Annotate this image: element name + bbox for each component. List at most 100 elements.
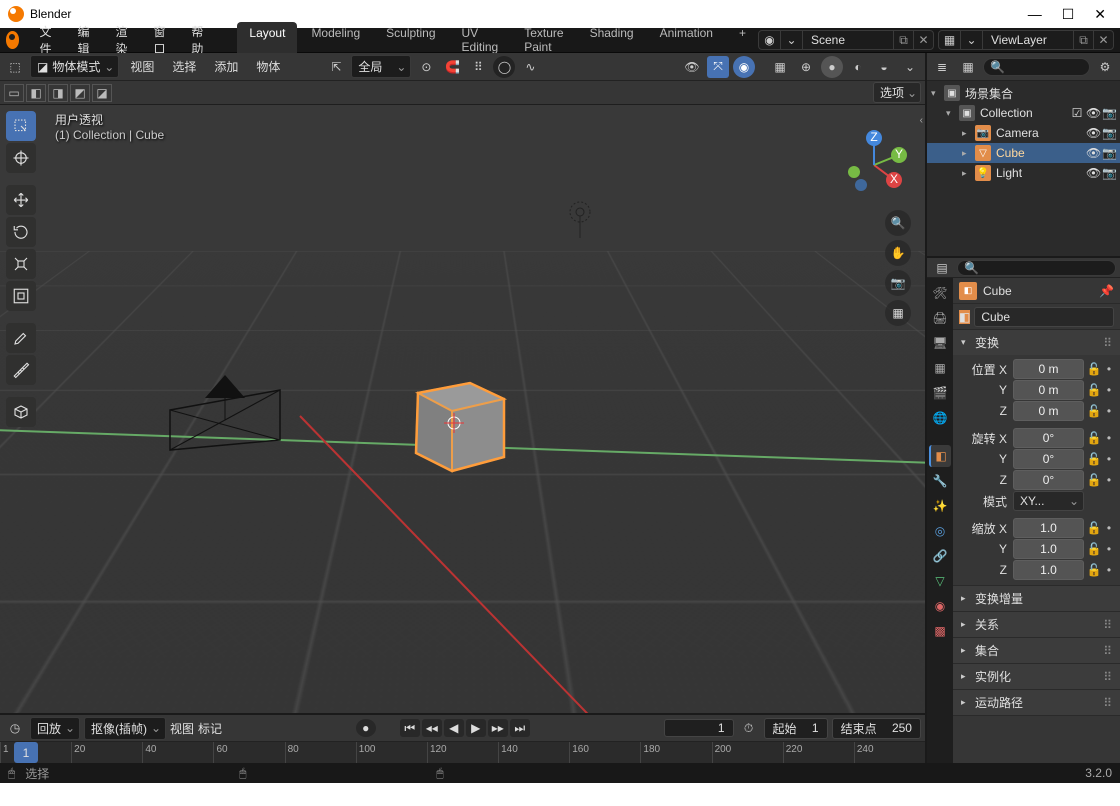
lock-icon[interactable]: 🔓 — [1086, 404, 1102, 418]
selmode-3[interactable]: ◨ — [48, 84, 68, 102]
snap-type-icon[interactable]: ⠿ — [467, 56, 489, 78]
rot-x[interactable]: 0° — [1013, 428, 1084, 448]
eye-icon[interactable]: 👁 — [1086, 106, 1100, 120]
panel-relations-header[interactable]: ▸关系⠿ — [953, 612, 1120, 637]
view3d-menu-view[interactable]: 视图 — [123, 58, 161, 75]
snap-icon[interactable]: 🧲 — [441, 56, 463, 78]
loc-z[interactable]: 0 m — [1013, 401, 1084, 421]
outliner-display-mode-icon[interactable]: ▦ — [957, 56, 979, 78]
tab-mesh[interactable]: ▽ — [929, 570, 951, 592]
eye-icon[interactable]: 👁 — [1086, 166, 1100, 180]
pivot-icon[interactable]: ⊙ — [415, 56, 437, 78]
browse-viewlayer-icon[interactable]: ⌄ — [961, 31, 983, 49]
playhead[interactable]: 1 — [14, 742, 38, 763]
outliner-search[interactable]: 🔍 — [983, 58, 1090, 76]
proportional-edit-icon[interactable]: ◯ — [493, 56, 515, 78]
tool-transform[interactable] — [6, 281, 36, 311]
maximize-button[interactable]: ☐ — [1062, 6, 1075, 23]
end-frame-field[interactable]: 结束点 250 — [832, 718, 921, 739]
autokey-toggle[interactable]: ● — [356, 719, 376, 737]
selmode-1[interactable]: ▭ — [4, 84, 24, 102]
editor-type-icon[interactable]: ⬚ — [4, 56, 26, 78]
outliner-item-cube[interactable]: ▸ ▽ Cube 👁📷 — [927, 143, 1120, 163]
panel-delta-header[interactable]: ▸变换增量 — [953, 586, 1120, 611]
playback-popover[interactable]: 回放 — [30, 717, 80, 740]
shading-matprev-icon[interactable]: ◐ — [847, 56, 869, 78]
selmode-5[interactable]: ◪ — [92, 84, 112, 102]
prev-key-button[interactable]: ◂◂ — [422, 719, 442, 737]
tab-constraints[interactable]: 🔗 — [929, 545, 951, 567]
options-popover[interactable]: 选项 — [873, 82, 921, 103]
outliner-item-light[interactable]: ▸ 💡 Light 👁📷 — [927, 163, 1120, 183]
enable-checkbox[interactable]: ☑ — [1070, 106, 1084, 120]
viewlayer-selector[interactable]: ▦ ⌄ ViewLayer ⧉ ✕ — [938, 30, 1114, 50]
tab-texture[interactable]: ▩ — [929, 620, 951, 642]
current-frame-field[interactable]: 1 — [664, 719, 734, 737]
play-reverse-button[interactable]: ◀ — [444, 719, 464, 737]
lock-icon[interactable]: 🔓 — [1086, 452, 1102, 466]
tool-select-box[interactable] — [6, 111, 36, 141]
ortho-gizmo[interactable]: ▦ — [885, 300, 911, 326]
pan-gizmo[interactable]: ✋ — [885, 240, 911, 266]
tab-viewlayer[interactable]: ▦ — [929, 357, 951, 379]
timeline-menu-marker[interactable]: 标记 — [198, 720, 222, 737]
render-icon[interactable]: 📷 — [1102, 146, 1116, 160]
minimize-button[interactable]: — — [1028, 6, 1042, 23]
rot-y[interactable]: 0° — [1013, 449, 1084, 469]
lock-icon[interactable]: 🔓 — [1086, 383, 1102, 397]
tool-move[interactable] — [6, 185, 36, 215]
shading-dropdown-icon[interactable]: ⌄ — [899, 56, 921, 78]
panel-transform-header[interactable]: ▾变换⠿ — [953, 330, 1120, 355]
lock-icon[interactable]: 🔓 — [1086, 473, 1102, 487]
scale-x[interactable]: 1.0 — [1013, 518, 1084, 538]
timeline-menu-view[interactable]: 视图 — [170, 720, 194, 737]
panel-collections-header[interactable]: ▸集合⠿ — [953, 638, 1120, 663]
tool-measure[interactable] — [6, 355, 36, 385]
proportional-curve-icon[interactable]: ∿ — [519, 56, 541, 78]
selmode-4[interactable]: ◩ — [70, 84, 90, 102]
gizmo-toggle-icon[interactable]: ⤧ — [707, 56, 729, 78]
app-icon[interactable] — [6, 31, 19, 49]
view3d-menu-add[interactable]: 添加 — [207, 58, 245, 75]
transform-orientation-icon[interactable]: ⇱ — [325, 56, 347, 78]
scene-selector[interactable]: ◉ ⌄ Scene ⧉ ✕ — [758, 30, 934, 50]
outliner-editor-type-icon[interactable]: ≣ — [931, 56, 953, 78]
tool-cursor[interactable] — [6, 143, 36, 173]
lock-icon[interactable]: 🔓 — [1086, 362, 1102, 376]
camera-gizmo-btn[interactable]: 📷 — [885, 270, 911, 296]
tab-scene[interactable]: 🎬 — [929, 382, 951, 404]
tab-particles[interactable]: ✨ — [929, 495, 951, 517]
new-viewlayer-button[interactable]: ⧉ — [1073, 31, 1093, 49]
default-cube[interactable] — [404, 371, 510, 477]
jump-start-button[interactable]: ⏮ — [400, 719, 420, 737]
next-key-button[interactable]: ▸▸ — [488, 719, 508, 737]
lock-icon[interactable]: 🔓 — [1086, 431, 1102, 445]
timeline-track[interactable]: 1 20 40 60 80 100 120 140 160 180 200 22… — [0, 741, 925, 763]
tab-world[interactable]: 🌐 — [929, 407, 951, 429]
orientation-selector[interactable]: 全局 — [351, 55, 411, 78]
tab-physics[interactable]: ◎ — [929, 520, 951, 542]
tab-output[interactable]: 🖥 — [929, 332, 951, 354]
loc-x[interactable]: 0 m — [1013, 359, 1084, 379]
lock-icon[interactable]: 🔓 — [1086, 542, 1102, 556]
start-frame-field[interactable]: 起始 1 — [764, 718, 828, 739]
camera-gizmo[interactable] — [160, 370, 290, 460]
view3d-menu-select[interactable]: 选择 — [165, 58, 203, 75]
tab-modifiers[interactable]: 🔧 — [929, 470, 951, 492]
render-icon[interactable]: 📷 — [1102, 106, 1116, 120]
nav-gizmo[interactable]: X Y Z — [839, 130, 909, 200]
frame-range-icon[interactable]: ⏱ — [738, 717, 760, 739]
tool-add-primitive[interactable] — [6, 397, 36, 427]
scene-name[interactable]: Scene — [803, 33, 893, 47]
shading-solid-icon[interactable]: ● — [821, 56, 843, 78]
tab-tool[interactable]: 🛠 — [929, 282, 951, 304]
outliner-filter-icon[interactable]: ⚙ — [1094, 56, 1116, 78]
delete-viewlayer-button[interactable]: ✕ — [1093, 31, 1113, 49]
render-icon[interactable]: 📷 — [1102, 166, 1116, 180]
close-button[interactable]: ✕ — [1094, 6, 1106, 23]
shading-wire-icon[interactable]: ⊕ — [795, 56, 817, 78]
object-mode-selector[interactable]: ◪ 物体模式 — [30, 55, 119, 78]
keying-popover[interactable]: 抠像(插帧) — [84, 717, 166, 740]
tab-object[interactable]: ◧ — [929, 445, 951, 467]
rot-z[interactable]: 0° — [1013, 470, 1084, 490]
